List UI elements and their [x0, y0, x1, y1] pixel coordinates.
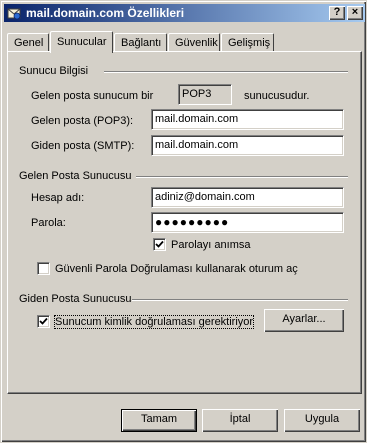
password-input[interactable]: ●●●●●●●●● [151, 212, 344, 233]
incoming-type-prefix: Gelen posta sunucum bir [31, 90, 154, 102]
remember-password-checkbox[interactable] [153, 238, 166, 251]
spa-checkbox[interactable] [37, 262, 50, 275]
account-name-input[interactable]: adiniz@domain.com [151, 187, 344, 208]
tab-baglanti[interactable]: Bağlantı [114, 33, 167, 51]
incoming-type-suffix: sunucusudur. [244, 90, 310, 102]
server-auth-checkbox[interactable] [37, 315, 50, 328]
outgoing-server-group-title: Giden Posta Sunucusu [19, 293, 132, 305]
tab-genel[interactable]: Genel [7, 33, 49, 51]
cancel-button[interactable]: İptal [202, 409, 278, 432]
tab-label: Güvenlik [175, 37, 218, 49]
settings-button[interactable]: Ayarlar... [264, 309, 344, 332]
spa-label[interactable]: Güvenli Parola Doğrulaması kullanarak ot… [55, 263, 298, 275]
apply-button[interactable]: Uygula [284, 409, 360, 432]
outgoing-server-input[interactable]: mail.domain.com [151, 135, 344, 156]
outgoing-server-label: Giden posta (SMTP): [31, 140, 135, 152]
mail-account-icon [7, 8, 21, 20]
checkmark-icon [155, 240, 164, 248]
ok-button[interactable]: Tamam [121, 409, 197, 432]
tab-label: Sunucular [57, 36, 107, 48]
group-divider [132, 299, 348, 301]
tab-sunucular[interactable]: Sunucular [50, 31, 113, 53]
account-name-label: Hesap adı: [31, 192, 85, 204]
incoming-server-type-field: POP3 [178, 84, 232, 105]
group-divider [104, 71, 348, 73]
group-divider [136, 176, 348, 178]
help-button[interactable]: ? [329, 6, 345, 20]
tab-gelismis[interactable]: Gelişmiş [221, 33, 274, 51]
server-auth-label[interactable]: Sunucum kimlik doğrulaması gerektiriyor [53, 315, 255, 329]
password-label: Parola: [31, 217, 66, 229]
close-button[interactable]: × [347, 6, 363, 20]
incoming-server-input[interactable]: mail.domain.com [151, 109, 344, 130]
checkmark-icon [39, 317, 48, 325]
properties-dialog: mail.domain.com Özellikleri ? × Genel Su… [0, 0, 367, 443]
tab-label: Gelişmiş [228, 37, 271, 49]
title-bar[interactable]: mail.domain.com Özellikleri ? × [4, 4, 365, 22]
window-title: mail.domain.com Özellikleri [26, 6, 185, 20]
servers-tab-panel: Sunucu Bilgisi Gelen posta sunucum bir P… [7, 51, 362, 394]
tab-label: Bağlantı [121, 37, 162, 49]
tab-label: Genel [14, 37, 44, 49]
tab-guvenlik[interactable]: Güvenlik [168, 33, 220, 51]
incoming-server-group-title: Gelen Posta Sunucusu [19, 170, 132, 182]
remember-password-label[interactable]: Parolayı anımsa [171, 239, 250, 251]
server-info-group-title: Sunucu Bilgisi [19, 65, 89, 77]
incoming-server-label: Gelen posta (POP3): [31, 115, 134, 127]
